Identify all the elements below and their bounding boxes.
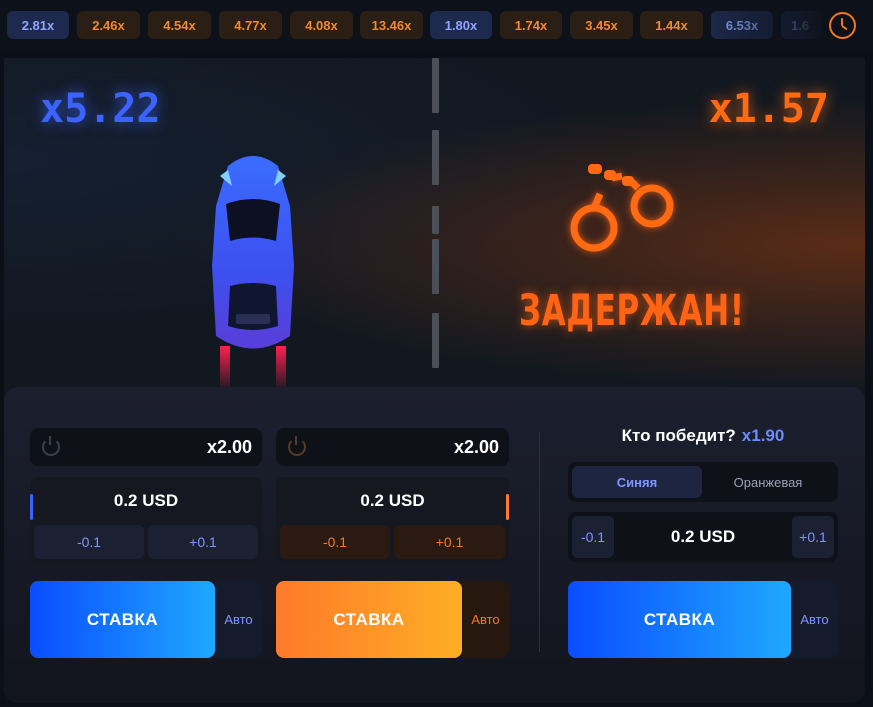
auto-cashout-value: x2.00	[453, 436, 499, 457]
auto-button[interactable]: Авто	[215, 581, 262, 658]
team-selector: Синяя Оранжевая	[568, 462, 838, 502]
decrease-bet-button[interactable]: -0.1	[280, 525, 390, 559]
history-chip[interactable]: 6.53x	[711, 11, 773, 39]
history-chip[interactable]: 1.6	[781, 11, 821, 39]
increase-bet-button[interactable]: +0.1	[148, 525, 258, 559]
power-icon[interactable]	[288, 436, 306, 456]
team-blue-button[interactable]: Синяя	[572, 466, 702, 498]
history-chip[interactable]: 3.45x	[570, 11, 633, 39]
bet-amount-block: -0.1 0.2 USD +0.1	[568, 512, 838, 562]
lane-divider	[432, 206, 439, 234]
orange-multiplier: x1.57	[708, 86, 829, 132]
multiplier-history-bar: 2.81x 2.46x 4.54x 4.77x 4.08x 13.46x 1.8…	[0, 0, 873, 52]
history-chip[interactable]: 2.46x	[77, 11, 140, 39]
decrease-bet-button[interactable]: -0.1	[572, 516, 614, 558]
blue-multiplier: x5.22	[40, 86, 161, 132]
bet-amount[interactable]: 0.2 USD	[618, 512, 788, 562]
question-text: Кто победит?	[621, 426, 736, 445]
bet-amount[interactable]: 0.2 USD	[276, 477, 509, 525]
increase-bet-button[interactable]: +0.1	[792, 516, 834, 558]
stake-button[interactable]: СТАВКА	[568, 581, 791, 658]
stake-button[interactable]: СТАВКА	[276, 581, 462, 658]
team-orange-button[interactable]: Оранжевая	[702, 466, 834, 498]
odds-value: x1.90	[741, 426, 785, 445]
auto-button[interactable]: Авто	[791, 581, 838, 658]
history-chip[interactable]: 13.46x	[360, 11, 423, 39]
increase-bet-button[interactable]: +0.1	[394, 525, 505, 559]
game-scene: x5.22 x1.57 ЗАДЕРЖАН!	[4, 58, 865, 398]
lane-divider	[432, 313, 439, 368]
bet-amount[interactable]: 0.2 USD	[30, 477, 262, 525]
auto-button[interactable]: Авто	[462, 581, 509, 658]
lane-divider	[432, 58, 439, 113]
panel-divider	[539, 432, 540, 652]
who-wins-heading: Кто победит? x1.90	[568, 426, 838, 446]
power-icon[interactable]	[42, 436, 60, 456]
handcuffs-icon	[570, 164, 674, 252]
decrease-bet-button[interactable]: -0.1	[34, 525, 144, 559]
history-chip[interactable]: 4.77x	[219, 11, 282, 39]
history-chip[interactable]: 2.81x	[7, 11, 69, 39]
bet-amount-block: 0.2 USD -0.1 +0.1	[276, 477, 509, 564]
auto-cashout-value: x2.00	[206, 436, 252, 457]
history-chip[interactable]: 1.80x	[430, 11, 492, 39]
lane-divider	[432, 239, 439, 294]
history-chip[interactable]: 4.08x	[290, 11, 353, 39]
auto-cashout-field[interactable]: x2.00	[30, 428, 262, 466]
history-chip[interactable]: 1.44x	[640, 11, 703, 39]
history-chip[interactable]: 4.54x	[148, 11, 211, 39]
auto-cashout-field[interactable]: x2.00	[276, 428, 509, 466]
stake-button[interactable]: СТАВКА	[30, 581, 215, 658]
status-text: ЗАДЕРЖАН!	[519, 286, 745, 336]
clock-icon[interactable]	[829, 12, 856, 39]
blue-car-icon	[212, 156, 294, 392]
history-chip[interactable]: 1.74x	[500, 11, 562, 39]
lane-divider	[432, 130, 439, 185]
bet-amount-block: 0.2 USD -0.1 +0.1	[30, 477, 262, 564]
